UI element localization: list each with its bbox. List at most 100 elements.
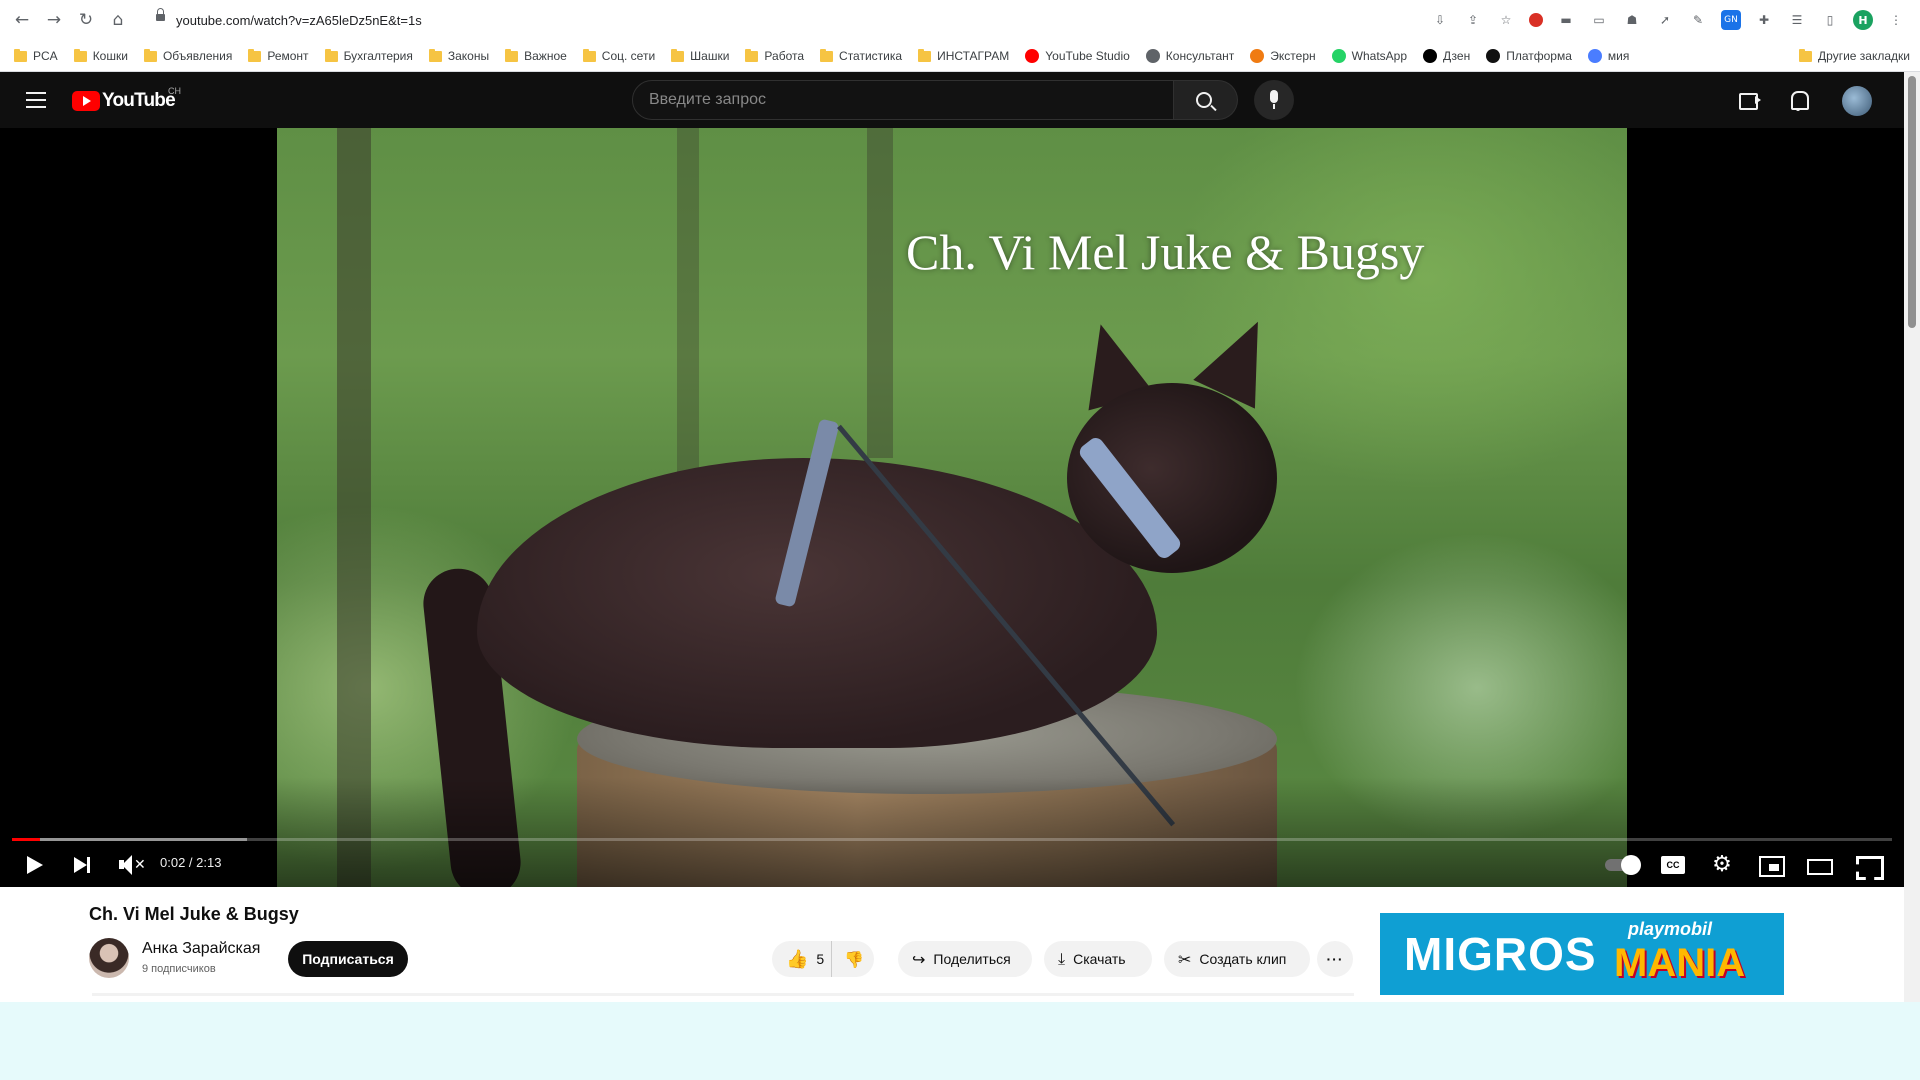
autoplay-toggle-icon[interactable] [1605, 853, 1641, 877]
tree-trunk [867, 128, 893, 458]
chat-icon [1145, 49, 1160, 63]
url-text[interactable]: youtube.com/watch?v=zA65leDz5nE&t=1s [176, 13, 422, 28]
bookmark-item[interactable]: Кошки [73, 48, 128, 63]
folder-icon [248, 48, 262, 62]
search-icon [1196, 92, 1212, 108]
share-page-icon[interactable]: ⇪ [1463, 10, 1483, 30]
bookmark-item[interactable]: Соц. сети [582, 48, 655, 63]
create-video-icon[interactable] [1738, 88, 1762, 112]
extension-cat-icon[interactable]: ☗ [1622, 10, 1642, 30]
home-icon[interactable]: ⌂ [108, 10, 128, 30]
bookmark-item[interactable]: Дзен [1423, 49, 1470, 63]
bookmark-item[interactable]: ИНСТАГРАМ [918, 48, 1009, 63]
bookmark-item[interactable]: Экстерн [1250, 49, 1316, 63]
bookmark-item[interactable]: Ремонт [248, 48, 309, 63]
thumbs-down-icon[interactable]: 👎 [844, 950, 864, 969]
progress-bar[interactable] [12, 838, 1892, 841]
page-scrollbar[interactable] [1904, 72, 1920, 1002]
bookmark-star-icon[interactable]: ☆ [1496, 10, 1516, 30]
folder-icon [73, 48, 87, 62]
search-input[interactable] [649, 91, 1149, 109]
bookmark-label: Шашки [690, 49, 730, 63]
video-frame[interactable]: Ch. Vi Mel Juke & Bugsy [277, 128, 1627, 887]
address-bar[interactable]: youtube.com/watch?v=zA65leDz5nE&t=1s [146, 6, 1416, 34]
country-code: CH [168, 86, 181, 96]
channel-name[interactable]: Анка Зарайская [142, 940, 260, 958]
menu-icon[interactable] [26, 92, 46, 108]
mute-x-icon: ✕ [134, 857, 146, 873]
bookmarks-bar: PCA Кошки Объявления Ремонт Бухгалтерия Закон… [0, 40, 1920, 72]
channel-avatar[interactable] [89, 938, 129, 978]
other-bookmarks[interactable]: Другие закладки [1799, 48, 1910, 63]
theater-mode-icon[interactable] [1804, 853, 1834, 877]
like-button[interactable]: 👍 5 [772, 941, 832, 977]
notifications-bell-icon[interactable] [1786, 88, 1810, 112]
youtube-logo[interactable]: YouTube CH [72, 86, 181, 112]
bookmark-item[interactable]: Статистика [820, 48, 903, 63]
lock-icon[interactable] [156, 8, 165, 23]
scrollbar-thumb[interactable] [1908, 76, 1916, 328]
share-button[interactable]: ↪ Поделиться [898, 941, 1032, 977]
forward-icon[interactable]: → [44, 10, 64, 30]
microphone-icon [1270, 90, 1278, 103]
extensions-puzzle-icon[interactable]: ✚ [1754, 10, 1774, 30]
download-button[interactable]: ⤓ Скачать [1044, 941, 1152, 977]
ad-subbrand-bottom: MANIA [1614, 941, 1746, 985]
back-icon[interactable]: ← [12, 10, 32, 30]
muted-volume-icon[interactable]: ✕ [116, 851, 146, 879]
bookmark-item[interactable]: Объявления [143, 48, 232, 63]
next-video-icon[interactable] [68, 851, 96, 879]
bookmark-label: Статистика [839, 49, 903, 63]
subtitles-icon[interactable] [1659, 853, 1689, 877]
create-clip-button[interactable]: ✂ Создать клип [1164, 941, 1310, 977]
reading-list-icon[interactable]: ☰ [1787, 10, 1807, 30]
fullscreen-icon[interactable] [1853, 853, 1883, 877]
bookmark-item[interactable]: WhatsApp [1331, 49, 1408, 63]
play-icon[interactable] [20, 851, 48, 879]
advertisement-banner[interactable]: MIGROS playmobil MANIA [1380, 913, 1784, 995]
search-button[interactable] [1174, 80, 1238, 120]
subscribe-button[interactable]: Подписаться [288, 941, 408, 977]
more-actions-button[interactable]: ··· [1317, 941, 1353, 977]
profile-avatar[interactable]: H [1853, 10, 1873, 30]
bookmark-item[interactable]: Законы [428, 48, 489, 63]
bookmark-item[interactable]: YouTube Studio [1025, 49, 1130, 63]
bookmark-item[interactable]: Платформа [1486, 49, 1572, 63]
install-icon[interactable]: ⇩ [1430, 10, 1450, 30]
like-dislike-group: 👍 5 👎 [772, 941, 874, 977]
tree-trunk [337, 128, 371, 887]
dzen-icon [1423, 49, 1438, 63]
bookmark-label: WhatsApp [1351, 49, 1408, 63]
miniplayer-icon[interactable] [1756, 853, 1786, 877]
folder-icon [428, 48, 442, 62]
bookmark-item[interactable]: Работа [745, 48, 804, 63]
like-count: 5 [816, 951, 825, 967]
extension-toolbar: ⇩ ⇪ ☆ ▬ ▭ ☗ ➚ ✎ GN ✚ ☰ ▯ H ⋮ [1430, 10, 1906, 30]
bookmark-item[interactable]: Бухгалтерия [324, 48, 413, 63]
video-info-section: Ch. Vi Mel Juke & Bugsy Анка Зарайская 9… [0, 887, 1904, 1002]
subscriber-count: 9 подписчиков [142, 963, 216, 975]
reload-icon[interactable]: ↻ [76, 10, 96, 30]
extension-red-icon[interactable] [1529, 13, 1543, 27]
bookmark-item[interactable]: мия [1587, 49, 1629, 63]
download-icon: ⤓ [1058, 949, 1066, 968]
browser-menu-icon[interactable]: ⋮ [1886, 10, 1906, 30]
settings-gear-icon[interactable]: ⚙ [1707, 853, 1737, 877]
extension-arrow-icon[interactable]: ➚ [1655, 10, 1675, 30]
video-player[interactable]: Ch. Vi Mel Juke & Bugsy ✕ 0:02 / 2:13 ⚙ [0, 128, 1904, 887]
youtube-masthead: YouTube CH [0, 72, 1904, 128]
extension-window-icon[interactable]: ▭ [1589, 10, 1609, 30]
extension-translate-icon[interactable]: GN [1721, 10, 1741, 30]
extension-mask-icon[interactable]: ▬ [1556, 10, 1576, 30]
bookmark-item[interactable]: Консультант [1145, 49, 1234, 63]
bookmark-item[interactable]: Важное [505, 48, 567, 63]
bookmark-label: PCA [33, 49, 58, 63]
voice-search-button[interactable] [1254, 80, 1294, 120]
account-avatar[interactable] [1842, 86, 1872, 116]
extension-tool-icon[interactable]: ✎ [1688, 10, 1708, 30]
bookmark-label: Бухгалтерия [343, 49, 413, 63]
bookmark-item[interactable]: PCA [14, 48, 58, 63]
ad-subbrand-top: playmobil [1628, 919, 1713, 939]
side-panel-icon[interactable]: ▯ [1820, 10, 1840, 30]
bookmark-item[interactable]: Шашки [671, 48, 730, 63]
